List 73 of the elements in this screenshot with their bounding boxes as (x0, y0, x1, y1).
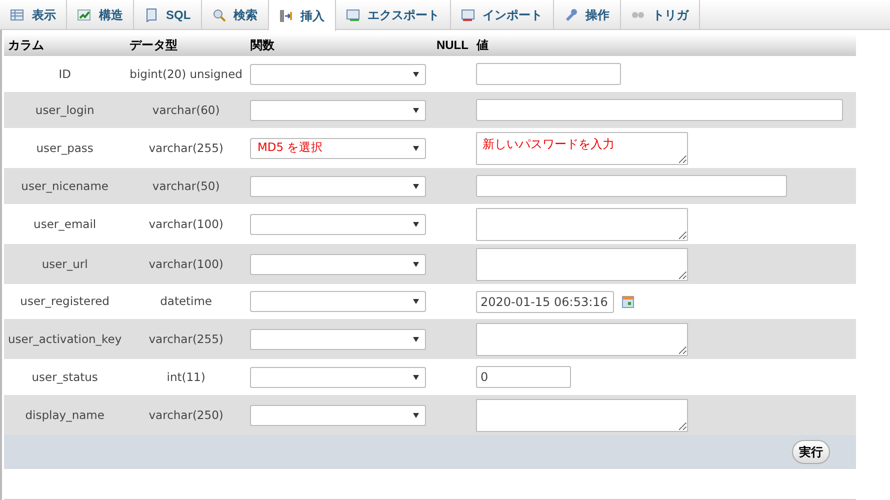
value-field[interactable]: 新しいパスワードを入力 (476, 132, 688, 164)
value-field[interactable]: 0 (476, 366, 572, 388)
function-select[interactable] (250, 214, 426, 234)
caret-icon (413, 262, 420, 266)
value-field[interactable] (476, 175, 788, 197)
value-field[interactable] (476, 208, 688, 240)
column-name: user_nicename (21, 178, 108, 193)
column-name: user_url (42, 256, 88, 271)
tab[interactable]: 構造 (67, 0, 134, 30)
date-field[interactable]: 2020-01-15 06:53:16 (476, 290, 614, 312)
data-type: varchar(60) (152, 102, 220, 117)
function-select[interactable] (250, 404, 426, 426)
caret-icon (413, 184, 420, 188)
tab[interactable]: トリガ (620, 0, 700, 30)
column-name: user_email (34, 216, 96, 231)
column-name: ID (58, 66, 71, 81)
column-header: 値 (476, 38, 488, 52)
value-field[interactable] (476, 398, 688, 432)
column-header: データ型 (130, 38, 178, 52)
chart-icon (77, 8, 91, 22)
data-type: varchar(100) (148, 216, 224, 231)
table-icon (10, 8, 24, 22)
value-field[interactable] (476, 99, 844, 121)
column-name: display_name (25, 408, 104, 422)
column-name: user_pass (36, 140, 94, 155)
data-type: bigint(20) unsigned (130, 66, 242, 81)
tab[interactable]: エクスポート (336, 0, 451, 30)
column-name: user_activation_key (8, 332, 122, 346)
caret-icon (413, 72, 420, 76)
data-type: varchar(100) (148, 256, 224, 271)
search-icon (212, 8, 226, 22)
function-select[interactable] (250, 100, 426, 120)
column-name: user_registered (20, 294, 110, 308)
value-field[interactable] (476, 248, 688, 280)
tab[interactable]: SQL (134, 0, 202, 30)
function-select[interactable] (250, 64, 426, 84)
value-field[interactable] (476, 63, 622, 85)
data-type: varchar(50) (152, 178, 220, 193)
data-type: varchar(255) (148, 140, 224, 155)
caret-icon (413, 108, 420, 112)
data-type: varchar(250) (148, 408, 224, 422)
column-name: user_login (35, 102, 94, 117)
tab[interactable]: 操作 (554, 0, 621, 30)
data-type: datetime (160, 294, 212, 308)
data-type: int(11) (166, 370, 206, 384)
caret-icon (413, 374, 420, 380)
function-select[interactable]: MD5 を選択 (250, 138, 426, 158)
column-header: カラム (8, 38, 44, 52)
function-select[interactable] (250, 291, 426, 312)
calendar-icon[interactable] (622, 296, 634, 308)
caret-icon (413, 412, 420, 418)
function-select[interactable] (250, 328, 426, 350)
wrench-icon (564, 8, 578, 22)
tab[interactable]: インポート (450, 0, 554, 30)
function-select[interactable] (250, 254, 426, 274)
import-icon (460, 8, 475, 22)
tab[interactable]: 表示 (0, 0, 67, 30)
insert-icon (278, 8, 293, 22)
column-header: NULL (436, 38, 468, 52)
function-select[interactable] (250, 366, 426, 388)
column-name: user_status (32, 370, 98, 384)
column-header: 関数 (250, 38, 274, 52)
caret-icon (413, 336, 420, 342)
caret-icon (413, 299, 420, 304)
value-field[interactable] (476, 322, 688, 356)
export-icon (346, 8, 360, 22)
caret-icon (413, 222, 420, 226)
data-type: varchar(255) (148, 332, 224, 346)
tab[interactable]: 挿入 (268, 0, 336, 31)
execute-button[interactable]: 実行 (792, 440, 830, 464)
function-select[interactable] (250, 176, 426, 196)
caret-icon (413, 146, 420, 150)
document-icon (144, 8, 158, 22)
